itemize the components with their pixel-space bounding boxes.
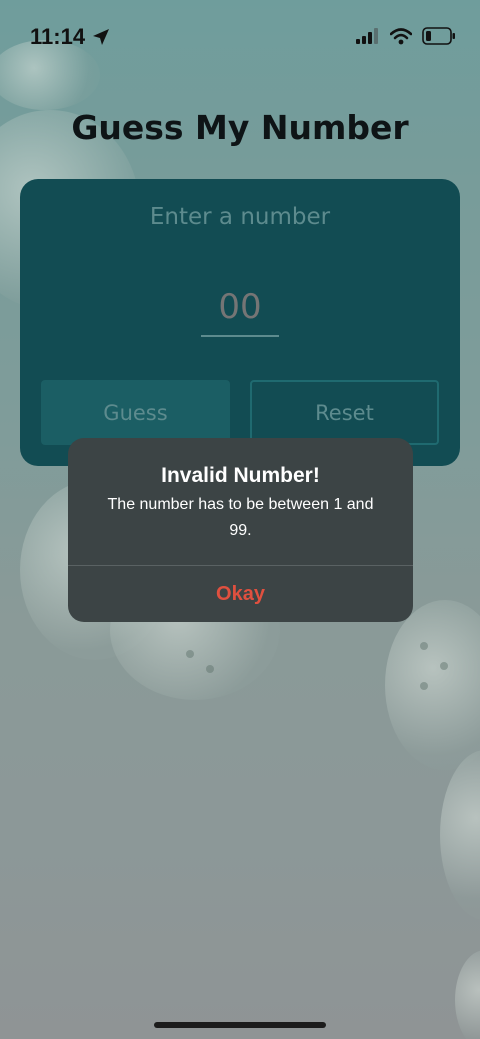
home-indicator[interactable] <box>154 1022 326 1028</box>
guess-button[interactable]: Guess <box>41 380 230 445</box>
number-input[interactable] <box>201 279 279 337</box>
battery-icon <box>422 27 456 50</box>
enter-number-label: Enter a number <box>149 204 331 230</box>
invalid-number-alert: Invalid Number! The number has to be bet… <box>68 438 413 622</box>
status-bar: 11:14 <box>0 0 480 76</box>
okay-button[interactable]: Okay <box>68 566 413 622</box>
guess-card: Enter a number Guess Reset <box>20 179 460 466</box>
reset-button[interactable]: Reset <box>250 380 439 445</box>
status-time: 11:14 <box>30 24 86 49</box>
page-title: Guess My Number <box>71 108 409 147</box>
alert-message: The number has to be between 1 and 99. <box>107 496 374 539</box>
alert-title: Invalid Number! <box>161 464 320 487</box>
location-arrow-icon <box>92 28 110 51</box>
wifi-icon <box>389 27 413 50</box>
signal-icon <box>356 28 380 49</box>
